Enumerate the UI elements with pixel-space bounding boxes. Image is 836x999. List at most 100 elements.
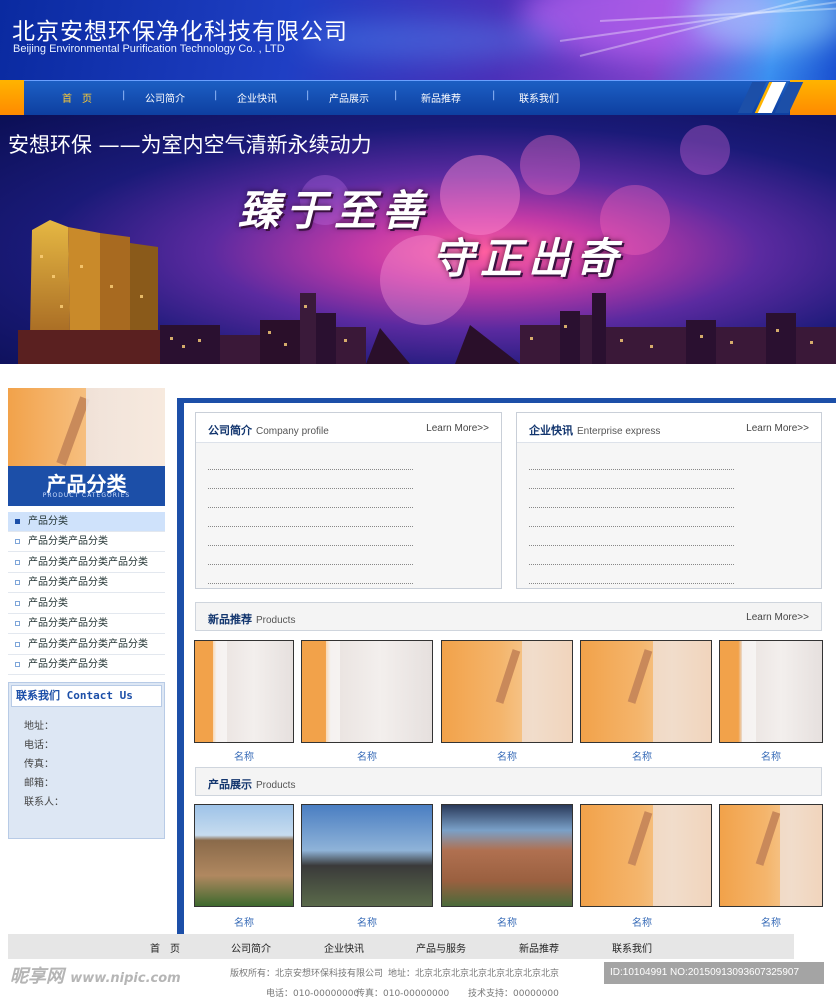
product-caption[interactable]: 名称 [441,748,573,763]
bullet-icon [15,621,20,626]
footer-address: 地址：北京北京北京北京北京北京北京北京 [388,969,560,979]
placeholder-line [529,489,734,508]
contact-address: 地址： [24,721,54,732]
nav-separator: | [394,90,398,101]
placeholder-line [208,489,413,508]
category-subtitle: PRODUCT CATEGORIES [42,492,131,499]
category-item[interactable]: 产品分类产品分类 [8,614,165,634]
product-thumbnail[interactable] [719,640,823,743]
main-nav: 首 页 | 公司简介 | 企业快讯 | 产品展示 | 新品推荐 | 联系我们 [0,80,836,115]
nav-separator: | [306,90,310,101]
placeholder-line [529,565,734,584]
nav-bar [24,80,800,115]
nav-item-home[interactable]: 首 页 [62,90,92,105]
placeholder-line [208,546,413,565]
footer-link-home[interactable]: 首 页 [150,940,180,955]
footer-link-news[interactable]: 企业快讯 [324,940,364,955]
category-item-label: 产品分类产品分类 [28,618,108,629]
category-item-label: 产品分类产品分类产品分类 [28,639,148,650]
product-display-header: 产品展示 Products [195,767,822,796]
placeholder-line [208,565,413,584]
contact-title: 联系我们 Contact Us [11,685,162,707]
product-caption[interactable]: 名称 [194,748,294,763]
display-thumbnail[interactable] [194,804,294,907]
banner-calligraphy-2: 守正出奇 [432,234,625,283]
nav-accent-left [0,80,24,115]
site-title: 北京安想环保净化科技有限公司 [12,19,348,45]
category-item-label: 产品分类产品分类 [28,577,108,588]
category-item[interactable]: 产品分类产品分类 [8,532,165,552]
nav-separator: | [492,90,496,101]
product-thumbnail[interactable] [194,640,294,743]
contact-phone: 电话： [24,740,54,751]
placeholder-line [208,451,413,470]
display-thumbnail[interactable] [719,804,823,907]
footer-link-about[interactable]: 公司简介 [231,940,271,955]
display-thumbnail[interactable] [441,804,573,907]
placeholder-line [529,470,734,489]
placeholder-line [529,546,734,565]
product-caption[interactable]: 名称 [301,748,433,763]
placeholder-line [529,527,734,546]
display-caption[interactable]: 名称 [194,914,294,929]
display-thumbnail[interactable] [301,804,433,907]
bullet-icon [15,539,20,544]
product-thumbnail[interactable] [301,640,433,743]
company-profile-more-link[interactable]: Learn More>> [426,423,489,434]
display-caption[interactable]: 名称 [576,914,708,929]
category-item[interactable]: 产品分类产品分类 [8,655,165,675]
product-thumbnail[interactable] [441,640,573,743]
product-thumbnail[interactable] [580,640,712,743]
nav-separator: | [214,90,218,101]
product-caption[interactable]: 名称 [576,748,708,763]
category-item-label: 产品分类产品分类 [28,536,108,547]
panel-header: 企业快讯 Enterprise express Learn More>> [517,413,821,443]
new-products-header: 新品推荐 Products Learn More>> [195,602,822,631]
category-item[interactable]: 产品分类 [8,594,165,614]
category-header: 产品分类 PRODUCT CATEGORIES [8,388,165,506]
bullet-icon [15,642,20,647]
footer-link-contact[interactable]: 联系我们 [612,940,652,955]
pen-image [56,396,90,466]
site-subtitle: Beijing Environmental Purification Techn… [13,43,285,55]
nav-item-news[interactable]: 企业快讯 [237,90,277,105]
nav-item-new-products[interactable]: 新品推荐 [421,90,461,105]
display-caption[interactable]: 名称 [301,914,433,929]
category-item[interactable]: 产品分类产品分类产品分类 [8,635,165,655]
new-products-title: 新品推荐 Products [208,613,296,626]
nav-item-contact[interactable]: 联系我们 [519,90,559,105]
company-profile-title: 公司简介 Company profile [208,424,329,437]
category-item[interactable]: 产品分类产品分类 [8,573,165,593]
placeholder-line [529,508,734,527]
contact-email: 邮箱： [24,778,54,789]
bullet-icon [15,519,20,524]
bullet-icon [15,580,20,585]
product-caption[interactable]: 名称 [719,748,823,763]
category-item-label: 产品分类 [28,516,68,527]
nav-item-about[interactable]: 公司简介 [145,90,185,105]
new-products-more-link[interactable]: Learn More>> [746,612,809,623]
category-item-label: 产品分类产品分类 [28,659,108,670]
category-item-label: 产品分类产品分类产品分类 [28,557,148,568]
category-item[interactable]: 产品分类 [8,512,165,532]
watermark-id: ID:10104991 NO:20150913093607325907 [604,962,824,984]
footer-link-services[interactable]: 产品与服务 [416,940,466,955]
bullet-icon [15,601,20,606]
category-item[interactable]: 产品分类产品分类产品分类 [8,553,165,573]
paper-image [86,388,165,466]
display-thumbnail[interactable] [580,804,712,907]
banner-calligraphy-1: 臻于至善 [238,186,431,235]
category-item-label: 产品分类 [28,598,68,609]
placeholder-line [208,508,413,527]
product-display-title: 产品展示 Products [208,778,296,791]
company-profile-panel: 公司简介 Company profile Learn More>> [195,412,502,589]
contact-fax: 传真： [24,759,54,770]
nav-separator: | [122,90,126,101]
hero-banner: 安想环保 ——为室内空气清新永续动力 臻于至善 守正出奇 [0,115,836,364]
display-caption[interactable]: 名称 [441,914,573,929]
footer-nav: 首 页 公司简介 企业快讯 产品与服务 新品推荐 联系我们 [8,934,794,959]
footer-link-new-products[interactable]: 新品推荐 [519,940,559,955]
nav-item-products[interactable]: 产品展示 [329,90,369,105]
display-caption[interactable]: 名称 [719,914,823,929]
enterprise-express-more-link[interactable]: Learn More>> [746,423,809,434]
